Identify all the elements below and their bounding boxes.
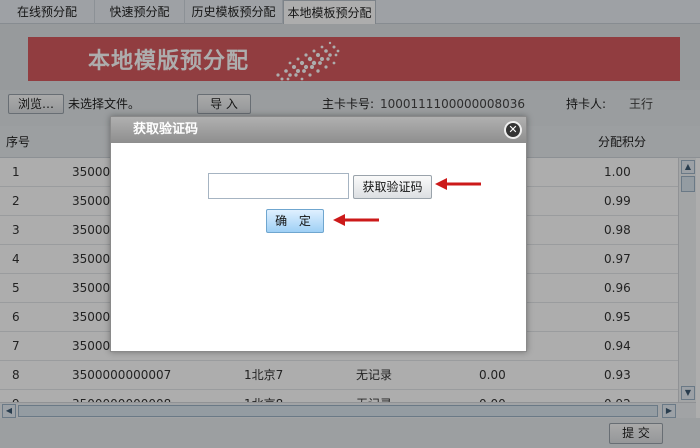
get-verification-code-button[interactable]: 获取验证码 (353, 175, 432, 199)
verification-code-dialog: 获取验证码 ✕ 获取验证码 确 定 (110, 116, 527, 352)
close-icon[interactable]: ✕ (504, 121, 522, 139)
confirm-button[interactable]: 确 定 (266, 209, 324, 233)
verification-code-input[interactable] (208, 173, 349, 199)
arrow-left-icon (333, 214, 379, 226)
dialog-title-bar: 获取验证码 ✕ (111, 117, 526, 143)
arrow-left-icon (435, 178, 481, 190)
dialog-title: 获取验证码 (133, 122, 199, 137)
